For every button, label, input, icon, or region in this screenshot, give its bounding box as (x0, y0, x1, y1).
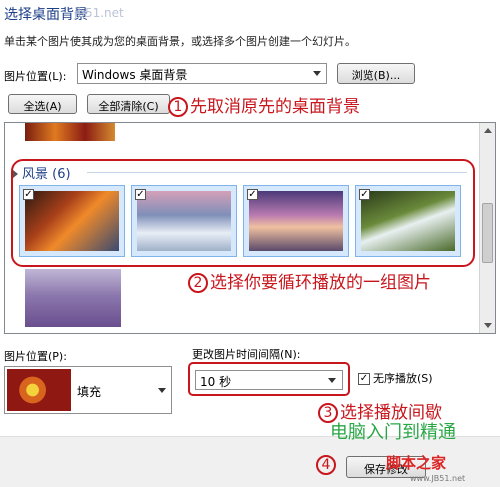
group-divider (87, 172, 467, 173)
scroll-up-icon[interactable] (484, 128, 492, 133)
scroll-down-icon[interactable] (484, 323, 492, 328)
picture-position-value: 填充 (77, 385, 102, 399)
picture-location-dropdown[interactable]: Windows 桌面背景 (77, 63, 327, 84)
wallpaper-image (25, 191, 119, 251)
picture-location-value: Windows 桌面背景 (82, 68, 188, 82)
annotation-4: 4 (316, 455, 338, 475)
select-all-button[interactable]: 全选(A) (8, 94, 77, 114)
wallpaper-thumbnail-lavender[interactable] (25, 269, 121, 327)
watermark-url: www.JB51.net (410, 474, 466, 483)
wallpaper-tile[interactable]: ✓ (355, 185, 461, 257)
annotation-2: 2 选择你要循环播放的一组图片 (188, 268, 431, 293)
tile-checkbox[interactable]: ✓ (247, 189, 258, 200)
picture-position-dropdown[interactable]: 填充 (4, 366, 172, 414)
annotation-text-2: 选择你要循环播放的一组图片 (210, 273, 431, 293)
annotation-number-1: 1 (168, 97, 188, 117)
annotation-1: 1 先取消原先的桌面背景 (168, 92, 360, 117)
interval-value: 10 秒 (200, 375, 232, 389)
scroll-thumb[interactable] (482, 203, 493, 263)
interval-dropdown[interactable]: 10 秒 (195, 370, 343, 390)
tile-checkbox[interactable]: ✓ (359, 189, 370, 200)
tile-checkbox[interactable]: ✓ (135, 189, 146, 200)
group-header[interactable]: 风景 (6) (13, 163, 71, 182)
wallpaper-image (137, 191, 231, 251)
browse-button[interactable]: 浏览(B)... (337, 63, 415, 84)
annotation-number-4: 4 (316, 455, 336, 475)
shuffle-option[interactable]: ✓ 无序播放(S) (358, 370, 433, 386)
gallery-scrollbar[interactable] (479, 123, 495, 333)
watermark-site: 脚本之家 (386, 454, 447, 472)
clear-all-button[interactable]: 全部清除(C) (87, 94, 170, 114)
description-text: 单击某个图片使其成为您的桌面背景，或选择多个图片创建一个幻灯片。 (4, 35, 356, 48)
picture-position-label: 图片位置(P): (4, 350, 67, 363)
tile-checkbox[interactable]: ✓ (23, 189, 34, 200)
wallpaper-image (249, 191, 343, 251)
wallpaper-thumbnail-partial[interactable] (25, 123, 115, 141)
chevron-down-icon (313, 71, 321, 76)
wallpaper-tile[interactable]: ✓ (243, 185, 349, 257)
wallpaper-gallery[interactable]: 风景 (6) ✓ ✓ ✓ ✓ (4, 122, 496, 334)
wallpaper-image (361, 191, 455, 251)
shuffle-label: 无序播放(S) (373, 372, 433, 385)
collapse-triangle-icon[interactable] (13, 170, 18, 178)
group-name: 风景 (6) (22, 167, 71, 182)
annotation-text-1: 先取消原先的桌面背景 (190, 97, 360, 117)
watermark-brand: 电脑入门到精通 (330, 422, 456, 443)
chevron-down-icon (328, 378, 336, 383)
wallpaper-tile[interactable]: ✓ (131, 185, 237, 257)
shuffle-checkbox[interactable]: ✓ (358, 373, 370, 385)
annotation-number-2: 2 (188, 273, 208, 293)
position-preview-image (7, 369, 71, 411)
chevron-down-icon (158, 388, 166, 393)
watermark-top: jb51.net (74, 6, 124, 20)
interval-label: 更改图片时间间隔(N): (192, 348, 301, 361)
wallpaper-tile[interactable]: ✓ (19, 185, 125, 257)
picture-location-label: 图片位置(L): (4, 70, 67, 83)
